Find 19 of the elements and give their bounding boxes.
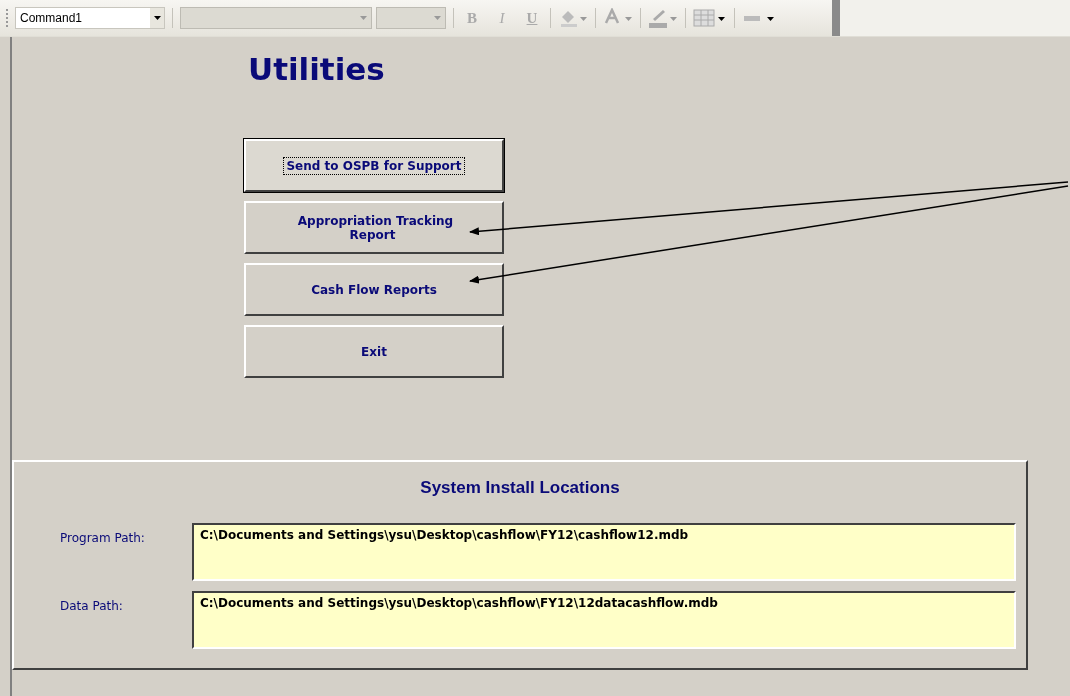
table-grid-icon[interactable] <box>693 8 727 28</box>
form-button[interactable]: Cash Flow Reports <box>244 263 504 316</box>
field-label: Data Path: <box>59 598 124 615</box>
panel-title: System Install Locations <box>419 478 621 498</box>
object-combo-box[interactable]: Command1 <box>15 7 165 29</box>
fill-color-icon[interactable] <box>558 8 588 28</box>
path-field[interactable]: C:\Documents and Settings\ysu\Desktop\cashflow\FY12\cashflow12.mdb <box>192 523 1016 581</box>
object-name: Command1 <box>19 11 84 25</box>
field-label: Program Path: <box>59 530 146 547</box>
font-name-combo-box[interactable] <box>180 7 372 29</box>
line-color-icon[interactable] <box>648 8 678 28</box>
form-button[interactable]: Appropriation Tracking Report <box>244 201 504 254</box>
form-title: Utilities <box>247 50 386 89</box>
form-button[interactable]: Exit <box>244 325 504 378</box>
form-button[interactable]: Send to OSPB for Support <box>244 139 504 192</box>
dropdown-icon[interactable] <box>150 8 164 28</box>
toolbar-grip[interactable] <box>6 9 11 27</box>
font-size-combo-box[interactable] <box>376 7 446 29</box>
path-field[interactable]: C:\Documents and Settings\ysu\Desktop\cashflow\FY12\12datacashflow.mdb <box>192 591 1016 649</box>
